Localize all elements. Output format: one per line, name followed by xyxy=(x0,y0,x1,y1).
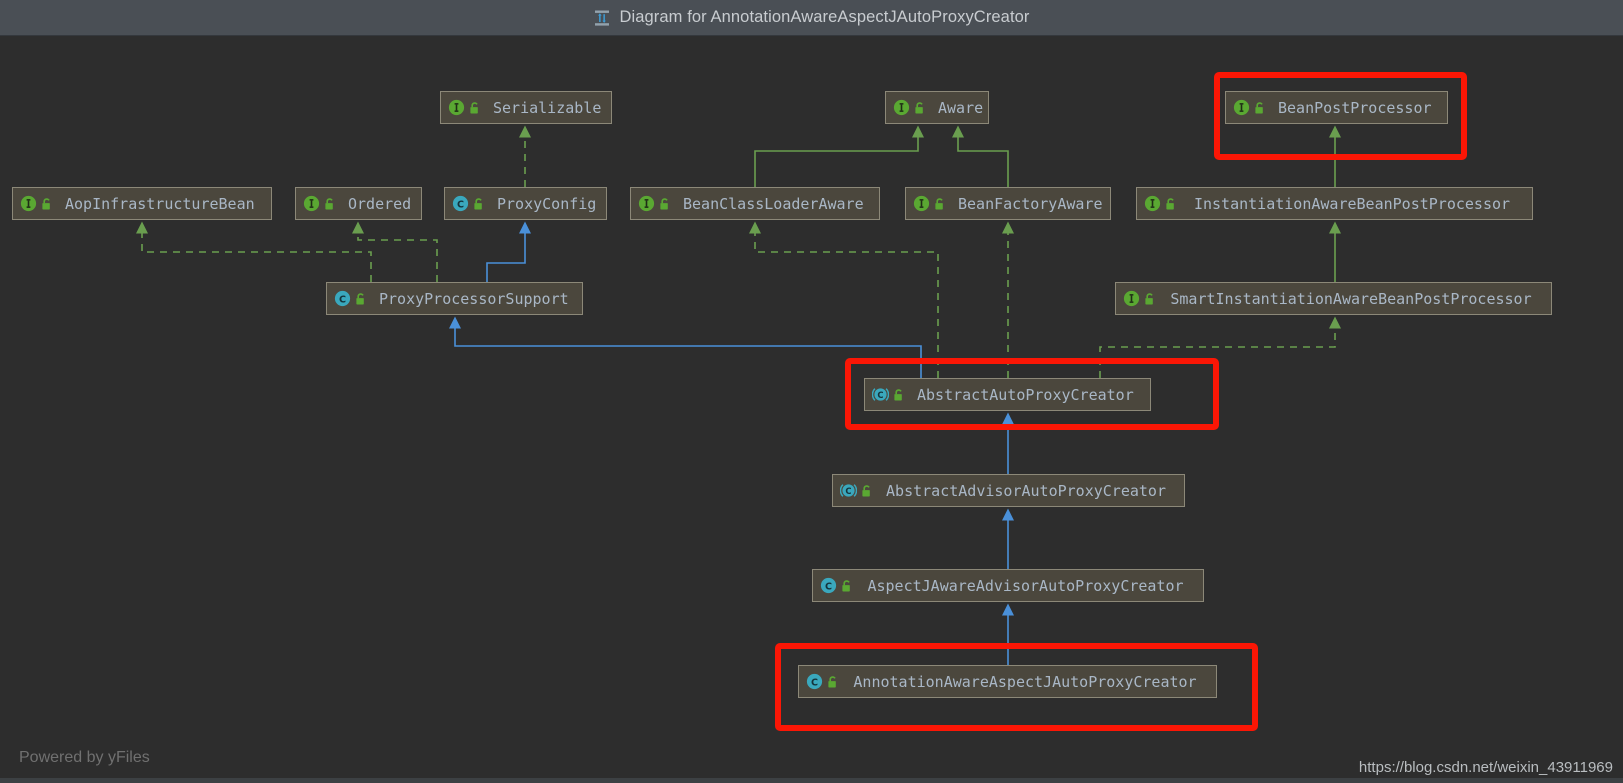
diagram-node-serializable[interactable]: Serializable xyxy=(440,91,612,124)
lock-icon xyxy=(1166,197,1174,209)
node-label: Aware xyxy=(938,98,984,117)
diagram-node-aspectjaware[interactable]: C AspectJAwareAdvisorAutoProxyCreator xyxy=(812,569,1204,602)
window-title: Diagram for AnnotationAwareAspectJAutoPr… xyxy=(619,8,1030,26)
interface-icon xyxy=(893,99,910,116)
edge-abstractautoproxycreator-implements-beanclassloaderaware xyxy=(749,221,939,378)
lock-icon xyxy=(935,197,943,209)
diagram-node-proxyprocessor[interactable]: C ProxyProcessorSupport xyxy=(326,282,583,315)
node-label: InstantiationAwareBeanPostProcessor xyxy=(1193,194,1511,213)
node-label: BeanFactoryAware xyxy=(958,194,1103,213)
lock-icon xyxy=(470,101,478,113)
diagram-node-beanpostprocessor[interactable]: BeanPostProcessor xyxy=(1225,91,1448,124)
edge-beanclassloaderaware-extends-aware xyxy=(754,125,924,187)
node-label: Serializable xyxy=(493,98,602,117)
diagram-node-proxyconfig[interactable]: C ProxyConfig xyxy=(444,187,607,220)
node-label: AbstractAutoProxyCreator xyxy=(917,385,1134,404)
diagram-node-aopinfra[interactable]: AopInfrastructureBean xyxy=(12,187,272,220)
diagram-node-annotationaware[interactable]: C AnnotationAwareAspectJAutoProxyCreator xyxy=(798,665,1217,698)
uml-diagram-icon xyxy=(595,10,610,26)
diagram-node-beanfactoryaware[interactable]: BeanFactoryAware xyxy=(905,187,1111,220)
lock-icon xyxy=(325,197,333,209)
lock-icon xyxy=(660,197,668,209)
node-label: BeanPostProcessor xyxy=(1278,98,1432,117)
node-label: AopInfrastructureBean xyxy=(65,194,255,213)
powered-by-label: Powered by yFiles xyxy=(19,749,150,766)
node-label: SmartInstantiationAwareBeanPostProcessor xyxy=(1170,289,1532,308)
edge-proxyprocessorsupport-implements-ordered xyxy=(352,221,438,282)
svg-text:C: C xyxy=(845,486,851,496)
edge-abstractautoproxycreator-extends-proxyprocessorsupport xyxy=(449,316,922,378)
lock-icon xyxy=(828,675,836,687)
node-label: AbstractAdvisorAutoProxyCreator xyxy=(886,481,1166,500)
lock-icon xyxy=(1255,101,1263,113)
abstract-class-icon: C xyxy=(872,388,889,401)
svg-text:C: C xyxy=(877,390,883,400)
diagram-node-abstractadvisor[interactable]: C AbstractAdvisorAutoProxyCreator xyxy=(832,474,1185,507)
lock-icon xyxy=(862,484,870,496)
interface-icon xyxy=(303,195,320,212)
interface-icon xyxy=(1233,99,1250,116)
abstract-class-icon: C xyxy=(840,484,857,497)
node-label: BeanClassLoaderAware xyxy=(683,194,864,213)
class-icon: C xyxy=(820,577,837,594)
interface-icon xyxy=(1144,195,1161,212)
diagram-node-beanclassloader[interactable]: BeanClassLoaderAware xyxy=(630,187,880,220)
svg-text:C: C xyxy=(811,677,818,688)
node-label: AspectJAwareAdvisorAutoProxyCreator xyxy=(867,576,1184,595)
watermark-label: https://blog.csdn.net/weixin_43911969 xyxy=(1358,759,1613,776)
interface-icon xyxy=(20,195,37,212)
bottom-bar xyxy=(0,778,1623,783)
diagram-node-instantiation[interactable]: InstantiationAwareBeanPostProcessor xyxy=(1136,187,1533,220)
diagram-node-abstractauto[interactable]: C AbstractAutoProxyCreator xyxy=(864,378,1151,411)
node-label: ProxyProcessorSupport xyxy=(379,289,569,308)
svg-text:C: C xyxy=(339,294,346,305)
lock-icon xyxy=(356,292,364,304)
diagram-node-ordered[interactable]: Ordered xyxy=(295,187,422,220)
edge-beanfactoryaware-extends-aware xyxy=(952,125,1009,187)
lock-icon xyxy=(42,197,50,209)
lock-icon xyxy=(474,197,482,209)
interface-icon xyxy=(1123,290,1140,307)
interface-icon xyxy=(638,195,655,212)
edge-abstractautoproxycreator-implements-smartinstantiationaware xyxy=(1099,316,1341,378)
lock-icon xyxy=(915,101,923,113)
svg-text:C: C xyxy=(457,199,464,210)
diagram-node-smartinstantiation[interactable]: SmartInstantiationAwareBeanPostProcessor xyxy=(1115,282,1552,315)
lock-icon xyxy=(842,579,850,591)
lock-icon xyxy=(1145,292,1153,304)
class-icon: C xyxy=(806,673,823,690)
node-label: AnnotationAwareAspectJAutoProxyCreator xyxy=(853,672,1197,691)
interface-icon xyxy=(913,195,930,212)
diagram-window: Diagram for AnnotationAwareAspectJAutoPr… xyxy=(0,0,1623,783)
node-label: ProxyConfig xyxy=(497,194,597,213)
diagram-node-aware[interactable]: Aware xyxy=(885,91,989,124)
window-titlebar: Diagram for AnnotationAwareAspectJAutoPr… xyxy=(0,0,1623,36)
diagram-canvas[interactable]: Serializable (dashed green) --> Aware (s… xyxy=(0,36,1623,783)
edge-proxyprocessorsupport-implements-aopinfrastructurebean xyxy=(136,221,372,282)
interface-icon xyxy=(448,99,465,116)
svg-text:C: C xyxy=(825,581,832,592)
edge-proxyprocessorsupport-extends-proxyconfig xyxy=(486,221,531,282)
class-icon: C xyxy=(452,195,469,212)
class-icon: C xyxy=(334,290,351,307)
node-label: Ordered xyxy=(348,194,412,213)
lock-icon xyxy=(894,388,902,400)
